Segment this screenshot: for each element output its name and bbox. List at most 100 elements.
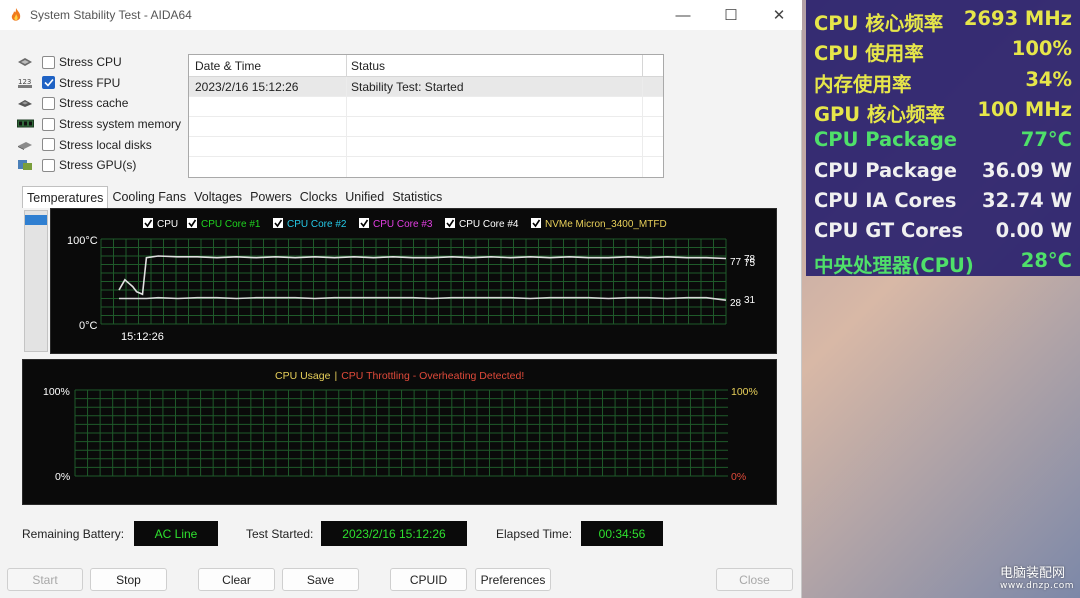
temp-legend-item[interactable]: CPU [143, 218, 178, 230]
stress-cache-checkbox[interactable] [42, 96, 55, 110]
stress-gpu-label: Stress GPU(s) [59, 158, 137, 173]
osd-row: CPU 核心频率 2693 MHz [806, 3, 1080, 35]
log-col-datetime[interactable]: Date & Time [189, 55, 347, 76]
legend-label: CPU Core #2 [287, 219, 347, 230]
stress-gpu-checkbox[interactable] [42, 158, 55, 172]
stress-disks-checkbox[interactable] [42, 138, 55, 152]
stress-fpu-checkbox[interactable] [42, 76, 55, 90]
cpu-usage-chart: CPU Usage | CPU Throttling - Overheating D… [22, 359, 777, 505]
stress-fpu-option[interactable]: 123 Stress FPU [16, 73, 188, 94]
log-cell-datetime: 2023/2/16 15:12:26 [189, 77, 347, 96]
fpu-123-icon: 123 [16, 77, 34, 89]
stress-memory-label: Stress system memory [59, 117, 182, 132]
maximize-button[interactable]: ☐ [708, 0, 754, 30]
stress-cache-option[interactable]: Stress cache [16, 93, 188, 114]
temp-legend-item[interactable]: CPU Core #3 [359, 218, 433, 230]
osd-row: CPU GT Cores 0.00 W [806, 215, 1080, 245]
osd-row: CPU Package 36.09 W [806, 155, 1080, 185]
osd-value: 32.74 W [982, 188, 1072, 212]
stress-cache-label: Stress cache [59, 96, 129, 111]
event-log-table[interactable]: Date & Time Status 2023/2/16 15:12:26 St… [188, 54, 664, 178]
usage-left-top-label: 100% [43, 386, 70, 398]
temperature-chart: CPU CPU Core #1 CPU Core #2 CPU Core #3 CPU … [50, 208, 777, 354]
osd-label: GPU 核心频率 [814, 102, 945, 126]
start-button[interactable]: Start [7, 568, 83, 591]
stress-gpu-option[interactable]: Stress GPU(s) [16, 155, 188, 176]
log-row[interactable]: 2023/2/16 15:12:26 Stability Test: Start… [189, 77, 663, 97]
osd-label: CPU GT Cores [814, 219, 964, 243]
temp-legend-item[interactable]: CPU Core #2 [273, 218, 347, 230]
elapsed-time-value: 00:34:56 [581, 521, 663, 546]
elapsed-time-label: Elapsed Time: [496, 527, 573, 541]
log-header-row: Date & Time Status [189, 55, 663, 77]
cache-chip-icon [16, 97, 34, 109]
end-value-label: 31 [744, 295, 756, 306]
legend-label: CPU Core #4 [459, 219, 519, 230]
osd-label: CPU Package [814, 128, 958, 152]
osd-value: 34% [1025, 67, 1072, 91]
stress-cpu-checkbox[interactable] [42, 55, 55, 69]
log-col-status[interactable]: Status [347, 55, 643, 76]
legend-separator: | [334, 370, 337, 382]
aida64-flame-icon [11, 8, 21, 21]
end-value-label: 28 [730, 298, 742, 309]
tab-unified[interactable]: Unified [341, 186, 388, 208]
site-watermark: 电脑装配网 www.dnzp.com [1000, 562, 1074, 591]
window-title: System Stability Test - AIDA64 [30, 8, 192, 22]
stress-memory-option[interactable]: Stress system memory [16, 114, 188, 135]
minimize-button[interactable]: — [660, 0, 706, 30]
test-started-label: Test Started: [246, 527, 314, 541]
tab-temperatures[interactable]: Temperatures [22, 186, 109, 208]
cpu-usage-legend: CPU Usage [275, 370, 331, 382]
stress-memory-checkbox[interactable] [42, 117, 55, 131]
log-cell-status: Stability Test: Started [347, 77, 643, 96]
chart-scroll-slider[interactable] [24, 210, 48, 352]
temperature-chart-svg: CPU CPU Core #1 CPU Core #2 CPU Core #3 CPU … [67, 218, 756, 343]
temp-legend-item[interactable]: CPU Core #4 [445, 218, 519, 230]
y-axis-top-label: 100°C [67, 235, 98, 247]
osd-label: 内存使用率 [814, 72, 912, 96]
usage-grid [74, 389, 728, 477]
osd-row: CPU Package 77°C [806, 124, 1080, 154]
preferences-button[interactable]: Preferences [475, 568, 551, 591]
tab-clocks[interactable]: Clocks [296, 186, 342, 208]
stability-test-window: System Stability Test - AIDA64 — ☐ ✕ Str… [0, 0, 802, 598]
tab-powers[interactable]: Powers [246, 186, 296, 208]
svg-text:123: 123 [18, 78, 31, 86]
tab-cooling-fans[interactable]: Cooling Fans [108, 186, 190, 208]
cpuid-button[interactable]: CPUID [390, 568, 467, 591]
legend-label: CPU Core #3 [373, 219, 433, 230]
tab-statistics[interactable]: Statistics [388, 186, 446, 208]
temp-legend-item[interactable]: CPU Core #1 [187, 218, 261, 230]
osd-value: 2693 MHz [963, 7, 1072, 30]
osd-row: CPU 使用率 100% [806, 33, 1080, 66]
stress-cpu-option[interactable]: Stress CPU [16, 52, 188, 73]
temp-legend-item[interactable]: NVMe Micron_3400_MTFD [531, 218, 667, 230]
tab-voltages[interactable]: Voltages [190, 186, 246, 208]
gpu-card-icon [16, 159, 34, 171]
osd-value: 100 MHz [977, 97, 1072, 121]
log-row-empty [189, 157, 663, 177]
close-window-button[interactable]: ✕ [756, 0, 802, 30]
osd-value: 28°C [1020, 249, 1072, 273]
title-bar[interactable]: System Stability Test - AIDA64 — ☐ ✕ [0, 0, 802, 30]
stop-button[interactable]: Stop [90, 568, 167, 591]
osd-label: CPU 使用率 [814, 42, 924, 66]
clear-button[interactable]: Clear [198, 568, 275, 591]
stress-disks-label: Stress local disks [59, 137, 152, 152]
close-button[interactable]: Close [716, 568, 793, 591]
osd-value: 36.09 W [982, 158, 1072, 182]
osd-row: 内存使用率 34% [806, 64, 1080, 96]
osd-value: 77°C [1020, 128, 1072, 152]
sensor-tabs: Temperatures Cooling Fans Voltages Power… [22, 186, 446, 208]
stress-disks-option[interactable]: Stress local disks [16, 134, 188, 155]
slider-thumb[interactable] [25, 215, 47, 225]
stress-options-list: Stress CPU 123 Stress FPU Stress cache S… [16, 52, 188, 176]
legend-label: CPU Core #1 [201, 219, 261, 230]
memory-module-icon [16, 118, 34, 130]
usage-chart-title: CPU Usage | CPU Throttling - Overheating D… [275, 370, 524, 382]
checkmark-icon [43, 79, 54, 88]
save-button[interactable]: Save [282, 568, 359, 591]
remaining-battery-label: Remaining Battery: [22, 527, 125, 541]
cpu-throttling-legend: CPU Throttling - Overheating Detected! [341, 370, 524, 382]
